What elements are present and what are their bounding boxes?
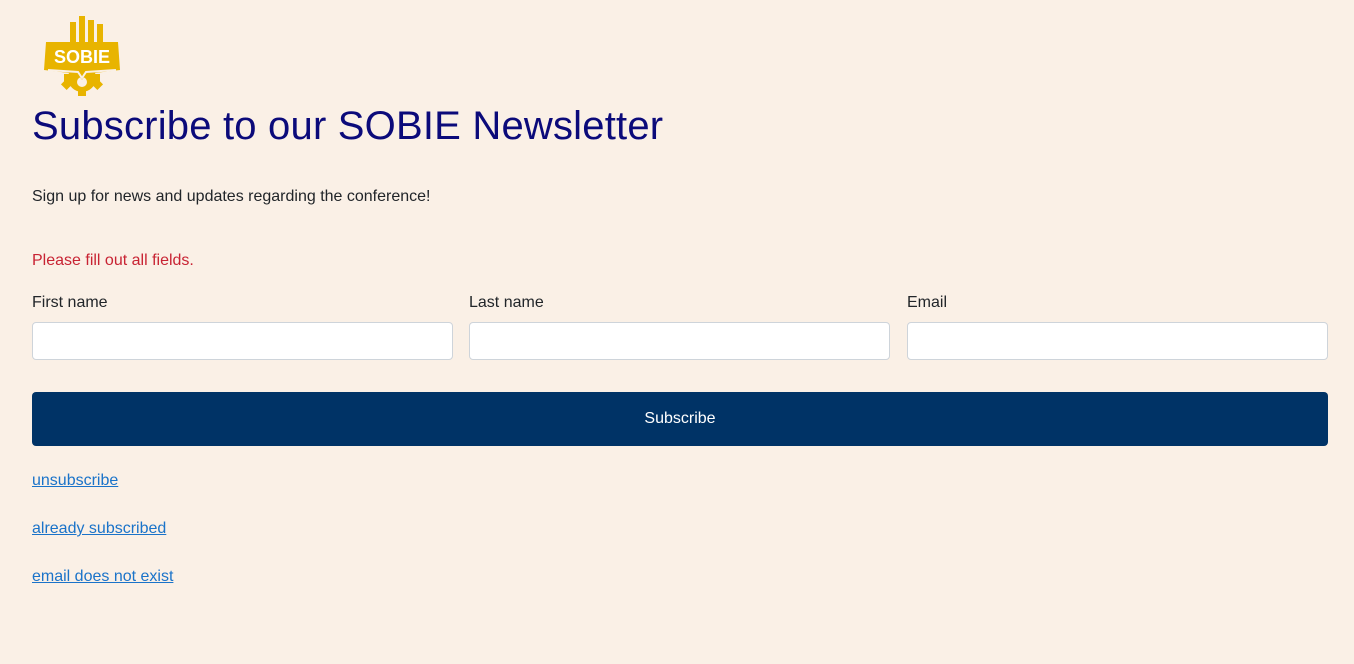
email-label: Email — [907, 294, 948, 311]
page-title: Subscribe to our SOBIE Newsletter — [32, 104, 664, 148]
already-subscribed-link[interactable]: already subscribed — [32, 520, 166, 538]
first-name-field: First name — [32, 292, 453, 360]
sobie-logo: SOBIE — [40, 12, 124, 100]
email-does-not-exist-link[interactable]: email does not exist — [32, 568, 173, 586]
sobie-logo-text: SOBIE — [54, 47, 110, 67]
last-name-field: Last name — [469, 292, 890, 360]
first-name-input[interactable] — [32, 322, 453, 360]
last-name-input[interactable] — [469, 322, 890, 360]
form-error-message: Please fill out all fields. — [32, 252, 194, 269]
subscribe-button[interactable]: Subscribe — [32, 392, 1328, 446]
email-field: Email — [907, 292, 1328, 360]
sobie-logo-icon: SOBIE — [44, 16, 120, 96]
unsubscribe-link[interactable]: unsubscribe — [32, 472, 118, 490]
last-name-label: Last name — [469, 294, 544, 311]
first-name-label: First name — [32, 294, 108, 311]
email-input[interactable] — [907, 322, 1328, 360]
page-subtitle: Sign up for news and updates regarding t… — [32, 188, 431, 205]
